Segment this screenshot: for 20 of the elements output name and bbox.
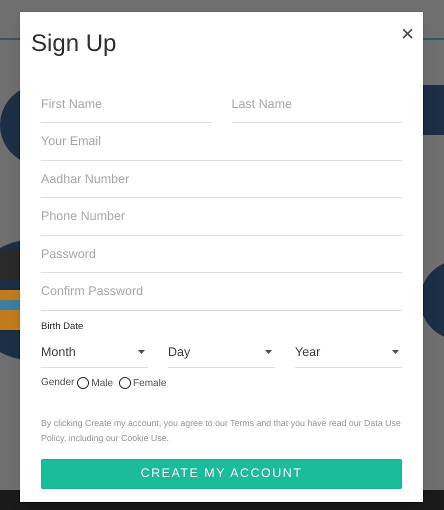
- caret-icon: [138, 350, 145, 354]
- gender-label: Gender: [41, 376, 74, 390]
- dialog-title: Sign Up: [31, 30, 116, 58]
- input-field[interactable]: Phone Number: [41, 198, 402, 236]
- date-select[interactable]: Year: [295, 338, 402, 368]
- caret-icon: [392, 350, 399, 354]
- gender-radio[interactable]: Female: [119, 376, 166, 391]
- close-button[interactable]: ×: [401, 24, 414, 44]
- input-field[interactable]: Password: [41, 236, 402, 273]
- birth-date-label: Birth Date: [41, 320, 84, 334]
- input-field[interactable]: Aadhar Number: [41, 160, 402, 198]
- name-field[interactable]: First Name: [41, 86, 212, 123]
- name-field[interactable]: Last Name: [232, 86, 402, 123]
- gender-radio[interactable]: Male: [77, 376, 114, 391]
- date-select[interactable]: Day: [168, 338, 275, 368]
- input-field[interactable]: Confirm Password: [41, 273, 402, 310]
- terms-text: By clicking Create my account, you agree to our Terms and that you have read our Data Use Policy, including our Cookie Use.: [41, 416, 402, 445]
- date-select[interactable]: Month: [41, 338, 148, 368]
- caret-icon: [265, 350, 272, 354]
- input-field[interactable]: Your Email: [41, 123, 402, 160]
